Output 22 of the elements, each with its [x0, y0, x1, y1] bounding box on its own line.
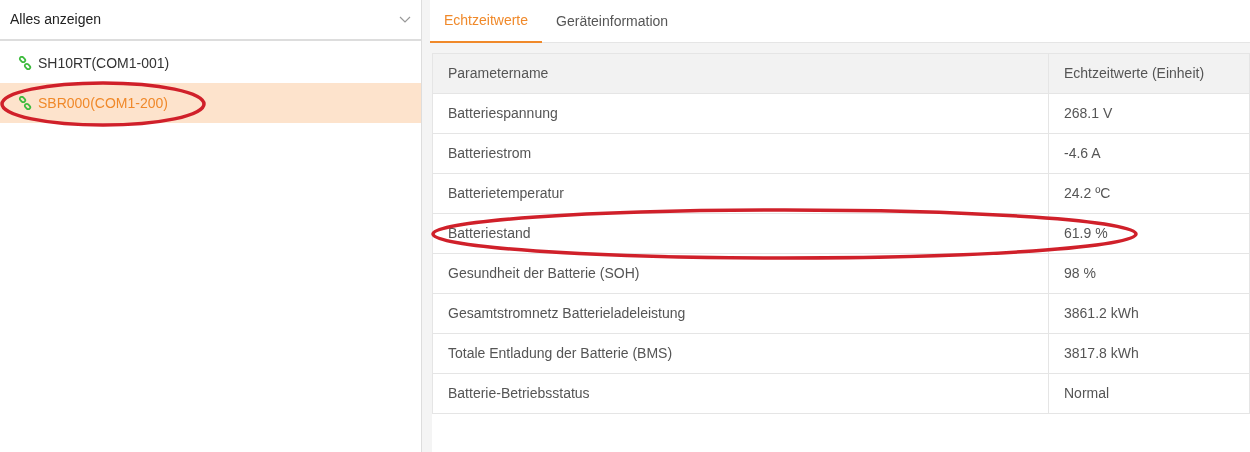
table-cell: 268.1 V [1048, 93, 1250, 134]
table-cell: Normal [1048, 373, 1250, 414]
table-cell: Gesamtstromnetz Batterieladeleistung [432, 293, 1049, 334]
table-cell: Batterie-Betriebsstatus [432, 373, 1049, 414]
tab[interactable]: Geräteinformation [542, 0, 683, 43]
table-cell: 3817.8 kWh [1048, 333, 1250, 374]
table-cell: Batteriestrom [432, 133, 1049, 174]
table-cell: Gesundheit der Batterie (SOH) [432, 253, 1049, 294]
table-cell: -4.6 A [1048, 133, 1250, 174]
table-cell: Totale Entladung der Batterie (BMS) [432, 333, 1049, 374]
chevron-down-icon [399, 16, 411, 23]
table-cell: 61.9 % [1048, 213, 1250, 254]
table-cell: Batteriespannung [432, 93, 1049, 134]
table-cell: 24.2 ºC [1048, 173, 1250, 214]
link-icon [18, 56, 32, 70]
table-cell: 98 % [1048, 253, 1250, 294]
table-cell: Batterietemperatur [432, 173, 1049, 214]
device-item[interactable]: SH10RT(COM1-001) [0, 43, 421, 83]
table-cell: 3861.2 kWh [1048, 293, 1250, 334]
column-header: Parametername [432, 53, 1049, 94]
column-header: Echtzeitwerte (Einheit) [1048, 53, 1250, 94]
link-icon [18, 96, 32, 110]
